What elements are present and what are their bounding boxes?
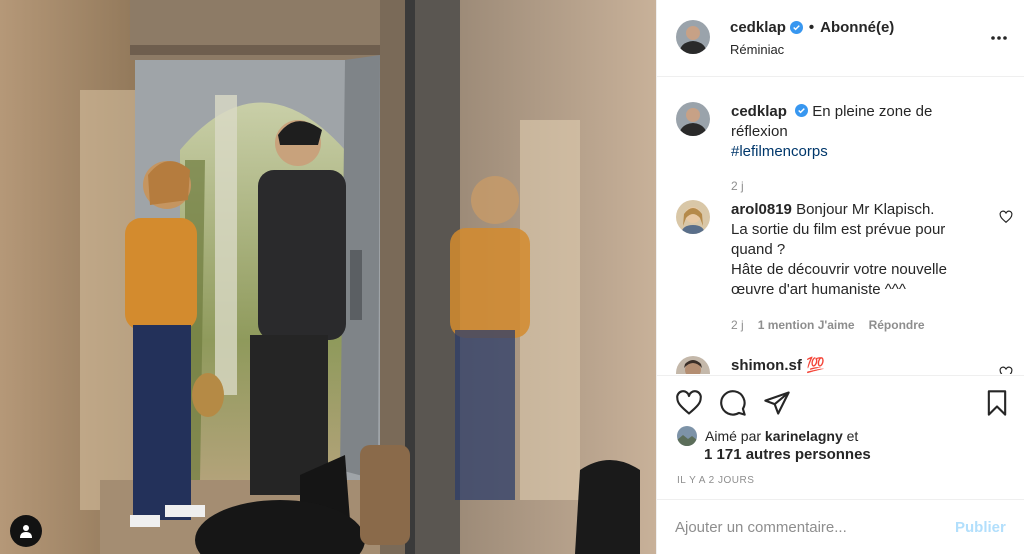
more-options-icon[interactable] bbox=[989, 28, 1009, 48]
post-photo-image bbox=[0, 0, 656, 554]
follow-status-button[interactable]: Abonné(e) bbox=[820, 19, 894, 36]
post-side-panel: cedklap • Abonné(e) Réminiac cedklap En … bbox=[656, 0, 1024, 554]
comment-text-line: Hâte de découvrir votre nouvelle bbox=[731, 261, 947, 278]
author-avatar[interactable] bbox=[676, 20, 710, 54]
user-tag-icon bbox=[20, 525, 32, 538]
comment-input[interactable] bbox=[675, 510, 945, 544]
bookmark-icon[interactable] bbox=[983, 389, 1011, 417]
user-tag-button[interactable] bbox=[10, 515, 42, 547]
likes-summary: Aimé par karinelagny et bbox=[677, 426, 858, 446]
post-timestamp[interactable]: IL Y A 2 JOURS bbox=[677, 475, 754, 486]
post-header: cedklap • Abonné(e) Réminiac bbox=[657, 0, 1024, 77]
hashtag-link[interactable]: #lefilmencorps bbox=[731, 143, 828, 160]
separator-dot: • bbox=[808, 19, 815, 36]
comment-avatar[interactable] bbox=[676, 356, 710, 374]
likes-others-count[interactable]: 1 171 autres personnes bbox=[704, 446, 871, 463]
post-actions: Aimé par karinelagny et 1 171 autres per… bbox=[657, 375, 1024, 499]
caption-avatar[interactable] bbox=[676, 102, 710, 136]
likes-prefix: Aimé par bbox=[705, 428, 762, 444]
verified-badge-icon bbox=[789, 21, 803, 34]
comment-age[interactable]: 2 j bbox=[731, 315, 744, 335]
publish-button[interactable]: Publier bbox=[955, 519, 1006, 536]
comment-like-heart-icon[interactable] bbox=[999, 210, 1013, 224]
post-photo[interactable] bbox=[0, 0, 656, 554]
comment-username[interactable]: arol0819 bbox=[731, 201, 792, 218]
comments-list[interactable]: cedklap En pleine zone de réflexion #lef… bbox=[657, 78, 1024, 374]
comment-icon[interactable] bbox=[719, 389, 747, 417]
comment-like-heart-icon[interactable] bbox=[999, 366, 1013, 374]
verified-badge-icon bbox=[795, 104, 809, 117]
comment-likes-count[interactable]: 1 mention J'aime bbox=[758, 315, 855, 335]
reply-button[interactable]: Répondre bbox=[869, 315, 925, 335]
comment-username[interactable]: shimon.sf bbox=[731, 357, 802, 374]
liker-username[interactable]: karinelagny bbox=[765, 428, 843, 444]
author-username[interactable]: cedklap bbox=[730, 19, 786, 36]
heart-icon[interactable] bbox=[675, 389, 703, 417]
comment-avatar[interactable] bbox=[676, 200, 710, 234]
comment-text-line: Bonjour Mr Klapisch. bbox=[796, 201, 935, 218]
likes-conjunction: et bbox=[846, 428, 859, 444]
post-location[interactable]: Réminiac bbox=[730, 42, 784, 57]
comment-username[interactable]: cedklap bbox=[731, 103, 787, 120]
comment-text-line: quand ? bbox=[731, 241, 786, 258]
comment-text-line: œuvre d'art humaniste ^^^ bbox=[731, 281, 906, 298]
share-icon[interactable] bbox=[763, 389, 791, 417]
comment-emoji: 💯 bbox=[806, 357, 825, 374]
liker-avatar[interactable] bbox=[677, 426, 697, 446]
comment-text-line: La sortie du film est prévue pour bbox=[731, 221, 946, 238]
comment-age[interactable]: 2 j bbox=[731, 176, 744, 196]
add-comment-bar: Publier bbox=[657, 499, 1024, 554]
